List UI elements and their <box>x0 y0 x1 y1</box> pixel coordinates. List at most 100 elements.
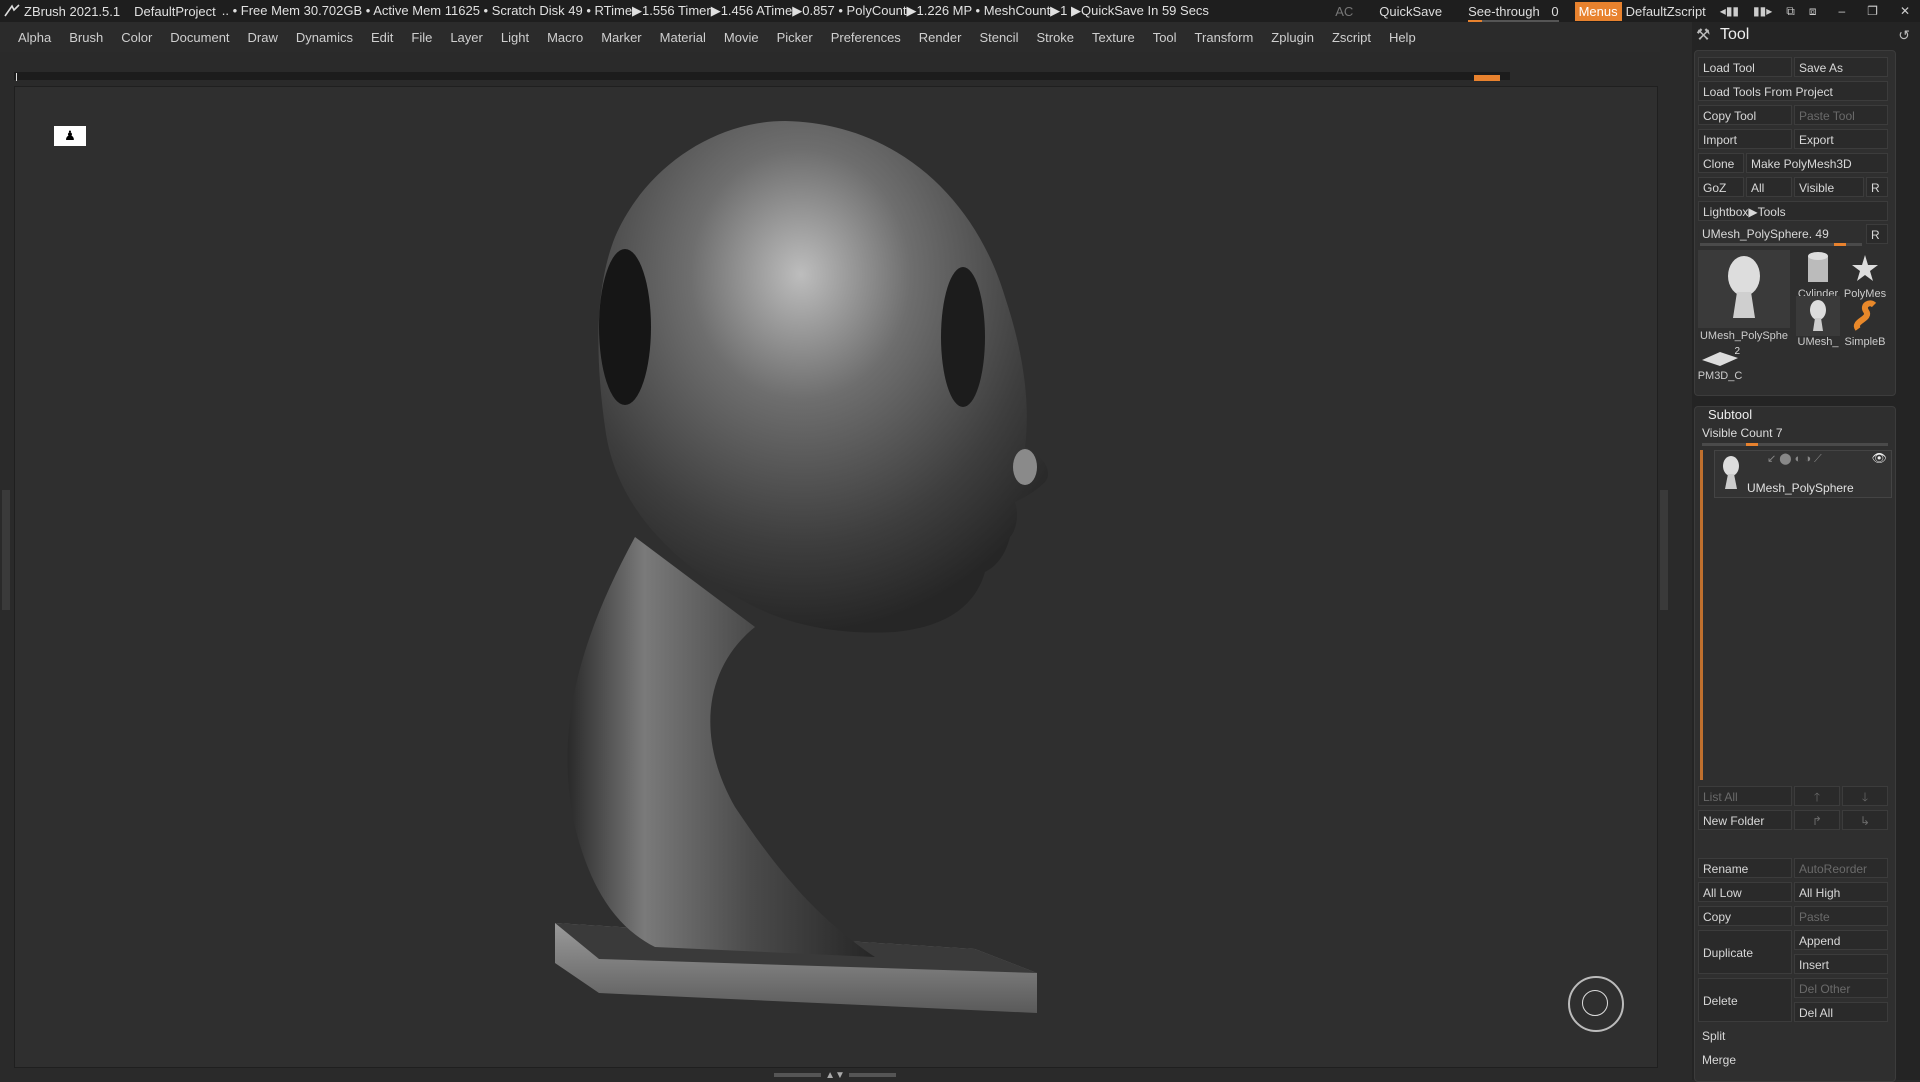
menus-button[interactable]: Menus <box>1574 1 1622 21</box>
menu-transform[interactable]: Transform <box>1186 30 1263 45</box>
menu-alpha[interactable]: Alpha <box>9 30 60 45</box>
menu-marker[interactable]: Marker <box>592 30 650 45</box>
paste-button[interactable]: Paste <box>1794 906 1888 926</box>
move-down-icon[interactable]: 🡓 <box>1842 786 1888 806</box>
seethrough-slider[interactable]: See-through 0 <box>1468 4 1559 23</box>
current-tool-slider[interactable]: UMesh_PolySphere. 49 <box>1698 224 1864 244</box>
navigation-compass-icon[interactable] <box>1568 976 1624 1032</box>
right-tray-handle[interactable] <box>1660 490 1668 610</box>
perspective-indicator-icon[interactable]: ♟ <box>54 126 86 146</box>
folder-out-icon[interactable]: ↳ <box>1842 810 1888 830</box>
tool-thumb-polymesh[interactable]: PolyMes <box>1842 248 1888 300</box>
menu-color[interactable]: Color <box>112 30 161 45</box>
tool-thumb-umesh-small[interactable]: UMesh_ <box>1796 296 1840 348</box>
menu-texture[interactable]: Texture <box>1083 30 1144 45</box>
clone-button[interactable]: Clone <box>1698 153 1744 173</box>
paste-tool-button[interactable]: Paste Tool <box>1794 105 1888 125</box>
copy-tool-button[interactable]: Copy Tool <box>1698 105 1792 125</box>
document-canvas[interactable] <box>14 86 1658 1068</box>
menu-material[interactable]: Material <box>651 30 715 45</box>
left-tray-handle[interactable] <box>2 490 10 610</box>
ac-label[interactable]: AC <box>1335 4 1353 19</box>
tool-thumb-pm3d[interactable]: 2 PM3D_C <box>1698 346 1743 382</box>
menu-zplugin[interactable]: Zplugin <box>1262 30 1323 45</box>
tray-right-icon[interactable]: ▮▮▸ <box>1753 4 1772 18</box>
close-icon[interactable]: ✕ <box>1900 4 1910 18</box>
minimize-icon[interactable]: – <box>1838 4 1845 18</box>
restore-icon[interactable]: ❐ <box>1867 4 1878 18</box>
make-polymesh3d-button[interactable]: Make PolyMesh3D <box>1746 153 1888 173</box>
all-low-button[interactable]: All Low <box>1698 882 1792 902</box>
insert-button[interactable]: Insert <box>1794 954 1888 974</box>
menu-picker[interactable]: Picker <box>768 30 822 45</box>
subtool-scrollbar[interactable] <box>1700 450 1703 780</box>
timeline-marker[interactable] <box>1474 75 1500 81</box>
export-button[interactable]: Export <box>1794 129 1888 149</box>
append-button[interactable]: Append <box>1794 930 1888 950</box>
menu-tool[interactable]: Tool <box>1144 30 1186 45</box>
menu-light[interactable]: Light <box>492 30 538 45</box>
tool-panel-header: ⚒ Tool ↺ <box>1692 22 1920 48</box>
tool-thumb-simpleb[interactable]: SimpleB <box>1842 296 1888 348</box>
subtool-list[interactable]: ↙ ⬤ ◐ ◑ ⟋ 👁 UMesh_PolySphere <box>1700 450 1892 780</box>
app-version: ZBrush 2021.5.1 <box>24 3 121 19</box>
eye-icon[interactable]: 👁 <box>1872 451 1887 465</box>
default-zscript[interactable]: DefaultZscript <box>1626 4 1706 19</box>
tool-thumb-main[interactable]: UMesh_PolySphe <box>1698 250 1790 342</box>
menu-render[interactable]: Render <box>910 30 971 45</box>
subtool-item[interactable]: ↙ ⬤ ◐ ◑ ⟋ 👁 UMesh_PolySphere <box>1714 450 1892 498</box>
import-button[interactable]: Import <box>1698 129 1792 149</box>
all-high-button[interactable]: All High <box>1794 882 1888 902</box>
menu-layer[interactable]: Layer <box>441 30 492 45</box>
subtool-title[interactable]: Subtool <box>1708 407 1752 422</box>
menu-edit[interactable]: Edit <box>362 30 402 45</box>
menu-preferences[interactable]: Preferences <box>822 30 910 45</box>
menu-document[interactable]: Document <box>161 30 238 45</box>
reset-icon[interactable]: ↺ <box>1898 27 1910 44</box>
goz-visible-button[interactable]: Visible <box>1794 177 1864 197</box>
new-folder-button[interactable]: New Folder <box>1698 810 1792 830</box>
menu-macro[interactable]: Macro <box>538 30 592 45</box>
project-name[interactable]: DefaultProject <box>134 4 216 19</box>
sculpt-model[interactable] <box>15 87 1657 1067</box>
menu-file[interactable]: File <box>402 30 441 45</box>
lightbox-tools-button[interactable]: Lightbox▶Tools <box>1698 201 1888 221</box>
merge-button[interactable]: Merge <box>1698 1050 1888 1070</box>
goz-button[interactable]: GoZ <box>1698 177 1744 197</box>
tray-left-icon[interactable]: ◂▮▮ <box>1720 4 1739 18</box>
tool-hammer-icon: ⚒ <box>1696 27 1711 44</box>
menu-help[interactable]: Help <box>1380 30 1425 45</box>
menu-stencil[interactable]: Stencil <box>970 30 1027 45</box>
timeline[interactable] <box>14 72 1510 81</box>
autoreorder-button[interactable]: AutoReorder <box>1794 858 1888 878</box>
menu-stroke[interactable]: Stroke <box>1027 30 1083 45</box>
save-as-button[interactable]: Save As <box>1794 57 1888 77</box>
menu-brush[interactable]: Brush <box>60 30 112 45</box>
split-button[interactable]: Split <box>1698 1026 1888 1046</box>
tool-thumb-cylinder[interactable]: Cylinder <box>1796 248 1840 300</box>
visible-count-slider[interactable]: Visible Count 7 <box>1702 426 1783 440</box>
bottom-tray-handle[interactable]: ▲▼ <box>770 1070 900 1081</box>
menu-draw[interactable]: Draw <box>239 30 287 45</box>
goz-all-button[interactable]: All <box>1746 177 1792 197</box>
quicksave-button[interactable]: QuickSave <box>1379 4 1442 19</box>
goz-r-button[interactable]: R <box>1866 177 1888 197</box>
menu-movie[interactable]: Movie <box>715 30 768 45</box>
layout-icon[interactable]: ⧉ <box>1786 4 1795 19</box>
delete-button[interactable]: Delete <box>1698 978 1792 1022</box>
load-tool-button[interactable]: Load Tool <box>1698 57 1792 77</box>
folder-right-icon[interactable]: ↱ <box>1794 810 1840 830</box>
menu-zscript[interactable]: Zscript <box>1323 30 1380 45</box>
del-all-button[interactable]: Del All <box>1794 1002 1888 1022</box>
rename-button[interactable]: Rename <box>1698 858 1792 878</box>
list-all-button[interactable]: List All <box>1698 786 1792 806</box>
layout2-icon[interactable]: ⧈ <box>1809 4 1817 19</box>
menu-dynamics[interactable]: Dynamics <box>287 30 362 45</box>
copy-button[interactable]: Copy <box>1698 906 1792 926</box>
duplicate-button[interactable]: Duplicate <box>1698 930 1792 974</box>
move-up-icon[interactable]: 🡑 <box>1794 786 1840 806</box>
subtool-controls-icon[interactable]: ↙ ⬤ ◐ ◑ ⟋ <box>1767 452 1822 466</box>
current-tool-r-button[interactable]: R <box>1866 224 1888 244</box>
load-tools-from-project-button[interactable]: Load Tools From Project <box>1698 81 1888 101</box>
del-other-button[interactable]: Del Other <box>1794 978 1888 998</box>
